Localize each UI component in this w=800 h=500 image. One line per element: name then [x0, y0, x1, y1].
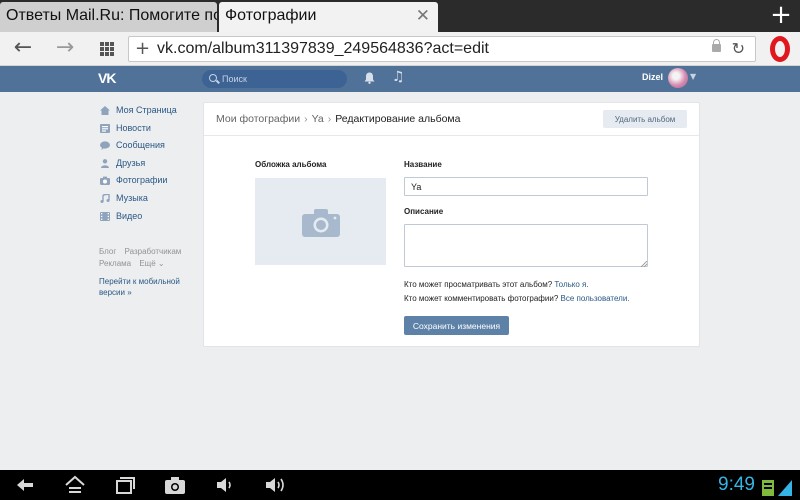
footer-link-blog[interactable]: Блог: [99, 247, 116, 256]
left-menu: Моя Страница Новости Сообщения Друзья Фо…: [98, 102, 198, 225]
footer-link-more[interactable]: Ещё ⌄: [139, 259, 164, 268]
breadcrumb-album[interactable]: Ya: [312, 113, 324, 125]
reload-icon[interactable]: ↻: [732, 37, 745, 61]
android-navigation-bar: 9:49: [0, 470, 800, 500]
volume-down-icon[interactable]: [214, 474, 236, 496]
sidebar-item-friends[interactable]: Друзья: [98, 155, 198, 173]
sidebar-item-label: Видео: [116, 210, 143, 221]
sidebar-item-my-page[interactable]: Моя Страница: [98, 102, 198, 120]
opera-menu-icon[interactable]: [770, 36, 790, 62]
tab-title: Ответы Mail.Ru: Помогите пож: [6, 7, 217, 24]
sidebar-item-label: Фотографии: [116, 175, 168, 186]
url-text[interactable]: vk.com/album311397839_249564836?act=edit: [157, 37, 489, 61]
vk-logo[interactable]: VK: [98, 70, 116, 86]
cover-label: Обложка альбома: [255, 160, 327, 169]
footer-links: Блог Разработчикам Реклама Ещё ⌄: [99, 246, 199, 270]
sidebar-item-messages[interactable]: Сообщения: [98, 137, 198, 155]
chevron-down-icon[interactable]: ▼: [690, 72, 696, 81]
view-privacy-link[interactable]: Только я.: [554, 280, 588, 289]
mobile-version-link[interactable]: Перейти к мобильной версии »: [99, 276, 199, 298]
sidebar-item-music[interactable]: Музыка: [98, 190, 198, 208]
comment-privacy-row: Кто может комментировать фотографии? Все…: [404, 294, 630, 303]
comment-privacy-text: Кто может комментировать фотографии?: [404, 294, 559, 303]
sidebar-item-video[interactable]: Видео: [98, 208, 198, 226]
signal-icon: [778, 480, 792, 496]
delete-album-button[interactable]: Удалить альбом: [603, 110, 687, 128]
user-name[interactable]: Dizel: [642, 72, 663, 82]
album-edit-card: Мои фотографии › Ya › Редактирование альбома…: [203, 102, 700, 347]
browser-tab-strip: Ответы Mail.Ru: Помогите пож Фотографии …: [0, 0, 800, 32]
browser-tab-active[interactable]: Фотографии ✕: [219, 2, 438, 32]
sidebar-item-photos[interactable]: Фотографии: [98, 172, 198, 190]
save-changes-button[interactable]: Сохранить изменения: [404, 316, 509, 335]
tab-title: Фотографии: [225, 7, 317, 24]
messages-icon: [100, 141, 110, 151]
breadcrumb-current: Редактирование альбома: [335, 113, 461, 125]
browser-toolbar: ← → + vk.com/album311397839_249564836?ac…: [0, 32, 800, 66]
sidebar-item-news[interactable]: Новости: [98, 120, 198, 138]
plus-icon[interactable]: +: [768, 0, 794, 32]
back-icon[interactable]: [14, 474, 36, 496]
breadcrumb: Мои фотографии › Ya › Редактирование альбома: [216, 113, 461, 125]
lock-icon: [712, 39, 721, 52]
sidebar-item-label: Сообщения: [116, 140, 165, 151]
home-icon[interactable]: [64, 474, 86, 496]
home-icon: [100, 106, 110, 115]
speed-dial-grid-icon[interactable]: [92, 32, 122, 66]
camera-icon: [302, 209, 340, 237]
add-bookmark-icon[interactable]: +: [135, 37, 150, 61]
address-bar[interactable]: + vk.com/album311397839_249564836?act=ed…: [128, 36, 756, 62]
friends-icon: [101, 158, 109, 168]
view-privacy-row: Кто может просматривать этот альбом? Тол…: [404, 280, 589, 289]
music-icon: [100, 193, 110, 203]
camera-icon: [100, 176, 110, 186]
album-description-input[interactable]: [404, 224, 648, 267]
forward-arrow-icon[interactable]: →: [50, 32, 80, 66]
resize-handle-icon[interactable]: [641, 261, 647, 267]
chevron-right-icon: ›: [304, 113, 308, 125]
sidebar-item-label: Моя Страница: [116, 105, 177, 115]
album-cover-placeholder[interactable]: [255, 178, 386, 265]
sidebar-item-label: Новости: [116, 122, 151, 133]
vk-header: VK ♫ Dizel ▼: [0, 66, 800, 92]
status-clock: 9:49: [718, 474, 755, 495]
vk-search[interactable]: [202, 70, 347, 88]
card-header: Мои фотографии › Ya › Редактирование альбома…: [204, 103, 699, 136]
volume-up-icon[interactable]: [264, 474, 286, 496]
footer-link-ads[interactable]: Реклама: [99, 259, 131, 268]
recent-apps-icon[interactable]: [114, 474, 136, 496]
video-icon: [100, 211, 110, 221]
notification-icon[interactable]: [762, 477, 774, 499]
bell-icon[interactable]: [364, 72, 375, 84]
sidebar-item-label: Музыка: [116, 192, 148, 203]
back-arrow-icon[interactable]: ←: [8, 32, 38, 66]
news-icon: [100, 123, 110, 133]
music-note-icon[interactable]: ♫: [392, 69, 405, 85]
chevron-right-icon: ›: [327, 113, 332, 125]
close-tab-icon[interactable]: ✕: [416, 2, 430, 30]
album-name-input[interactable]: [404, 177, 648, 196]
screenshot-camera-icon[interactable]: [164, 474, 186, 496]
comment-privacy-link[interactable]: Все пользователи.: [561, 294, 630, 303]
sidebar-item-label: Друзья: [116, 157, 146, 168]
browser-tab[interactable]: Ответы Mail.Ru: Помогите пож: [0, 2, 217, 32]
avatar[interactable]: [668, 68, 688, 88]
name-label: Название: [404, 160, 442, 169]
footer-link-developers[interactable]: Разработчикам: [125, 247, 182, 256]
search-icon: [209, 74, 217, 82]
description-label: Описание: [404, 207, 444, 216]
breadcrumb-my-photos[interactable]: Мои фотографии: [216, 113, 300, 125]
view-privacy-text: Кто может просматривать этот альбом?: [404, 280, 553, 289]
search-input[interactable]: [220, 70, 340, 88]
